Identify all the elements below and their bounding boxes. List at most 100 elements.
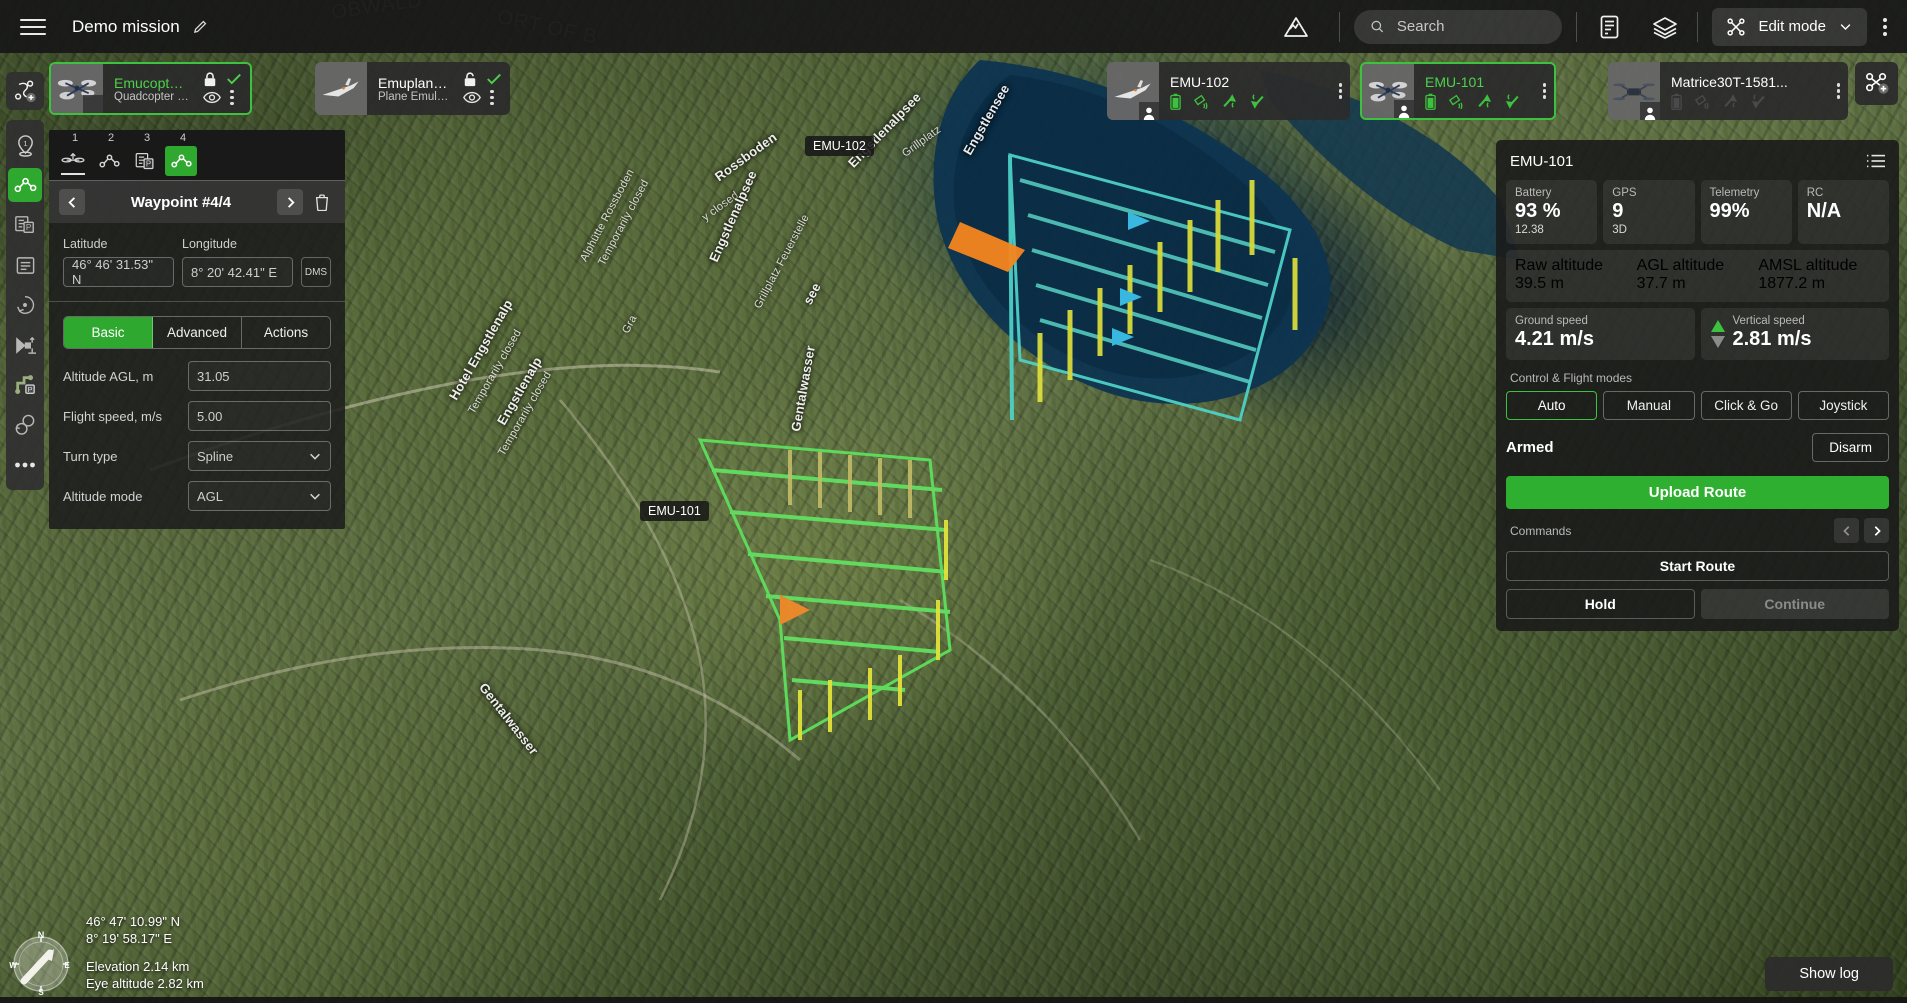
compass-widget: N E S W 46° 47' 10.99" N 8° 19' 58.17" E…: [8, 913, 204, 997]
svg-text:P: P: [28, 385, 33, 394]
route-card-emuplane[interactable]: Emuplane route Plane Emulator: [315, 62, 510, 115]
altitude-mode-select[interactable]: AGL: [188, 481, 331, 511]
waypoint-title: Waypoint #4/4: [130, 193, 232, 211]
waypoint-tool[interactable]: 1: [8, 128, 42, 162]
tab-waypoints[interactable]: [165, 146, 197, 176]
altitude-agl-label: Altitude AGL, m: [63, 368, 154, 384]
stat-value: 93 %: [1515, 200, 1561, 222]
commands-next-button[interactable]: [1864, 518, 1889, 543]
mode-manual[interactable]: Manual: [1603, 391, 1695, 420]
compass-rose[interactable]: N E S W: [8, 930, 74, 997]
tab-advanced[interactable]: Advanced: [153, 317, 242, 348]
turn-type-select[interactable]: Spline: [188, 441, 331, 471]
mountain-icon[interactable]: [1281, 14, 1311, 40]
downlink-icon: [1751, 94, 1765, 109]
landing-tool[interactable]: [8, 328, 42, 362]
survey-tool[interactable]: P: [8, 208, 42, 242]
commands-prev-button[interactable]: [1834, 518, 1859, 543]
svg-text:P: P: [26, 223, 32, 232]
kebab-menu-icon[interactable]: [1829, 83, 1849, 99]
eye-icon[interactable]: [463, 91, 481, 104]
latitude-field[interactable]: 46° 46' 31.53" N: [63, 257, 174, 287]
elevation-readout: Elevation 2.14 km: [86, 958, 190, 974]
kebab-menu-icon[interactable]: [1883, 17, 1887, 36]
vehicle-thumbnail: [1107, 62, 1159, 120]
list-tool[interactable]: [8, 248, 42, 282]
dms-toggle-button[interactable]: DMS: [301, 257, 331, 287]
waypoint-delete-button[interactable]: [309, 189, 335, 215]
tab-basic[interactable]: Basic: [64, 317, 153, 348]
divider: [1576, 11, 1578, 42]
longitude-field[interactable]: 8° 20' 42.41" E: [182, 257, 293, 287]
more-tools[interactable]: [8, 448, 42, 482]
stat-rc: RC N/A: [1797, 180, 1889, 244]
corridor-tool[interactable]: P: [8, 368, 42, 402]
ground-speed: Ground speed 4.21 m/s: [1506, 308, 1695, 360]
flight-speed-field[interactable]: 5.00: [188, 401, 331, 431]
waypoint-tab-numbers: 1 2 3 4: [49, 130, 345, 144]
pencil-icon[interactable]: [192, 18, 209, 35]
svg-text:1: 1: [23, 138, 27, 147]
start-route-button[interactable]: Start Route: [1506, 551, 1889, 581]
telemetry-stats-row: Battery 93 % 12.38 GPS 9 3D Telemetry 99…: [1506, 180, 1889, 244]
polyline-route-icon: [14, 177, 36, 193]
tool-rail-group: 1 P P: [6, 120, 44, 490]
tab-actions[interactable]: Actions: [242, 317, 330, 348]
vehicle-card-matrice30t[interactable]: Matrice30T-1581...: [1608, 62, 1848, 120]
waypoint-prev-button[interactable]: [59, 189, 85, 215]
mode-auto[interactable]: Auto: [1506, 391, 1598, 420]
check-icon[interactable]: [486, 72, 502, 86]
mode-click-and-go[interactable]: Click & Go: [1700, 391, 1792, 420]
search-input[interactable]: [1354, 9, 1563, 44]
circle-orbit-icon: [17, 296, 35, 314]
hold-button[interactable]: Hold: [1506, 589, 1695, 619]
show-log-button[interactable]: Show log: [1765, 957, 1893, 991]
route-card-emucopter[interactable]: Emucopter ro... Quadcopter Emulat...: [49, 62, 252, 115]
speed-label: Vertical speed: [1732, 315, 1805, 327]
waypoint-next-button[interactable]: [277, 189, 303, 215]
hamburger-icon[interactable]: [20, 14, 46, 40]
check-icon[interactable]: [226, 72, 242, 86]
add-route-button[interactable]: [6, 72, 44, 110]
tab-route[interactable]: [93, 146, 125, 176]
tab-survey[interactable]: P: [129, 146, 161, 176]
map-marker-label[interactable]: EMU-101: [640, 501, 709, 521]
vehicle-card-emu-102[interactable]: EMU-102: [1107, 62, 1350, 120]
kebab-menu-icon[interactable]: [1331, 83, 1351, 99]
orbit-tool[interactable]: [8, 288, 42, 322]
map-marker-label[interactable]: EMU-102: [805, 136, 874, 156]
eye-icon[interactable]: [203, 91, 221, 104]
list-icon[interactable]: [1865, 152, 1887, 170]
vehicle-status-icons: [1671, 93, 1821, 110]
document-icon[interactable]: [1591, 9, 1627, 45]
avatar: [1394, 100, 1414, 118]
layers-icon[interactable]: [1647, 9, 1683, 45]
lock-closed-icon[interactable]: [203, 72, 217, 87]
latitude-label: Latitude: [63, 237, 108, 251]
waypoint-section-tabs: Basic Advanced Actions: [63, 316, 331, 349]
map-coordinates-readout: 46° 47' 10.99" N 8° 19' 58.17" E Elevati…: [86, 913, 204, 997]
person-icon: [1644, 107, 1656, 120]
battery-icon: [1170, 93, 1181, 110]
field-row-altitude-mode: Altitude mode AGL: [63, 481, 331, 511]
kebab-menu-icon[interactable]: [1535, 83, 1555, 99]
pattern-tool[interactable]: [8, 408, 42, 442]
edit-mode-dropdown[interactable]: Edit mode: [1712, 7, 1867, 46]
lock-open-icon[interactable]: [463, 72, 477, 87]
kebab-menu-icon[interactable]: [490, 89, 494, 106]
add-vehicle-button[interactable]: [1855, 62, 1898, 105]
route-tool[interactable]: [8, 168, 42, 202]
search-field[interactable]: [1396, 18, 1547, 35]
tab-takeoff[interactable]: [57, 146, 89, 176]
add-route-icon: [14, 80, 36, 103]
altitude-agl-field[interactable]: 31.05: [188, 361, 331, 391]
disarm-button[interactable]: Disarm: [1812, 433, 1889, 462]
altitude-mode-label: Altitude mode: [63, 488, 143, 504]
downlink-icon: [1505, 94, 1519, 109]
upload-route-button[interactable]: Upload Route: [1506, 476, 1889, 509]
kebab-menu-icon[interactable]: [230, 89, 234, 106]
stat-label: Telemetry: [1709, 187, 1760, 199]
vehicle-card-emu-101[interactable]: EMU-101: [1360, 62, 1556, 120]
speed-value: 2.81 m/s: [1732, 328, 1812, 350]
mode-joystick[interactable]: Joystick: [1797, 391, 1889, 420]
